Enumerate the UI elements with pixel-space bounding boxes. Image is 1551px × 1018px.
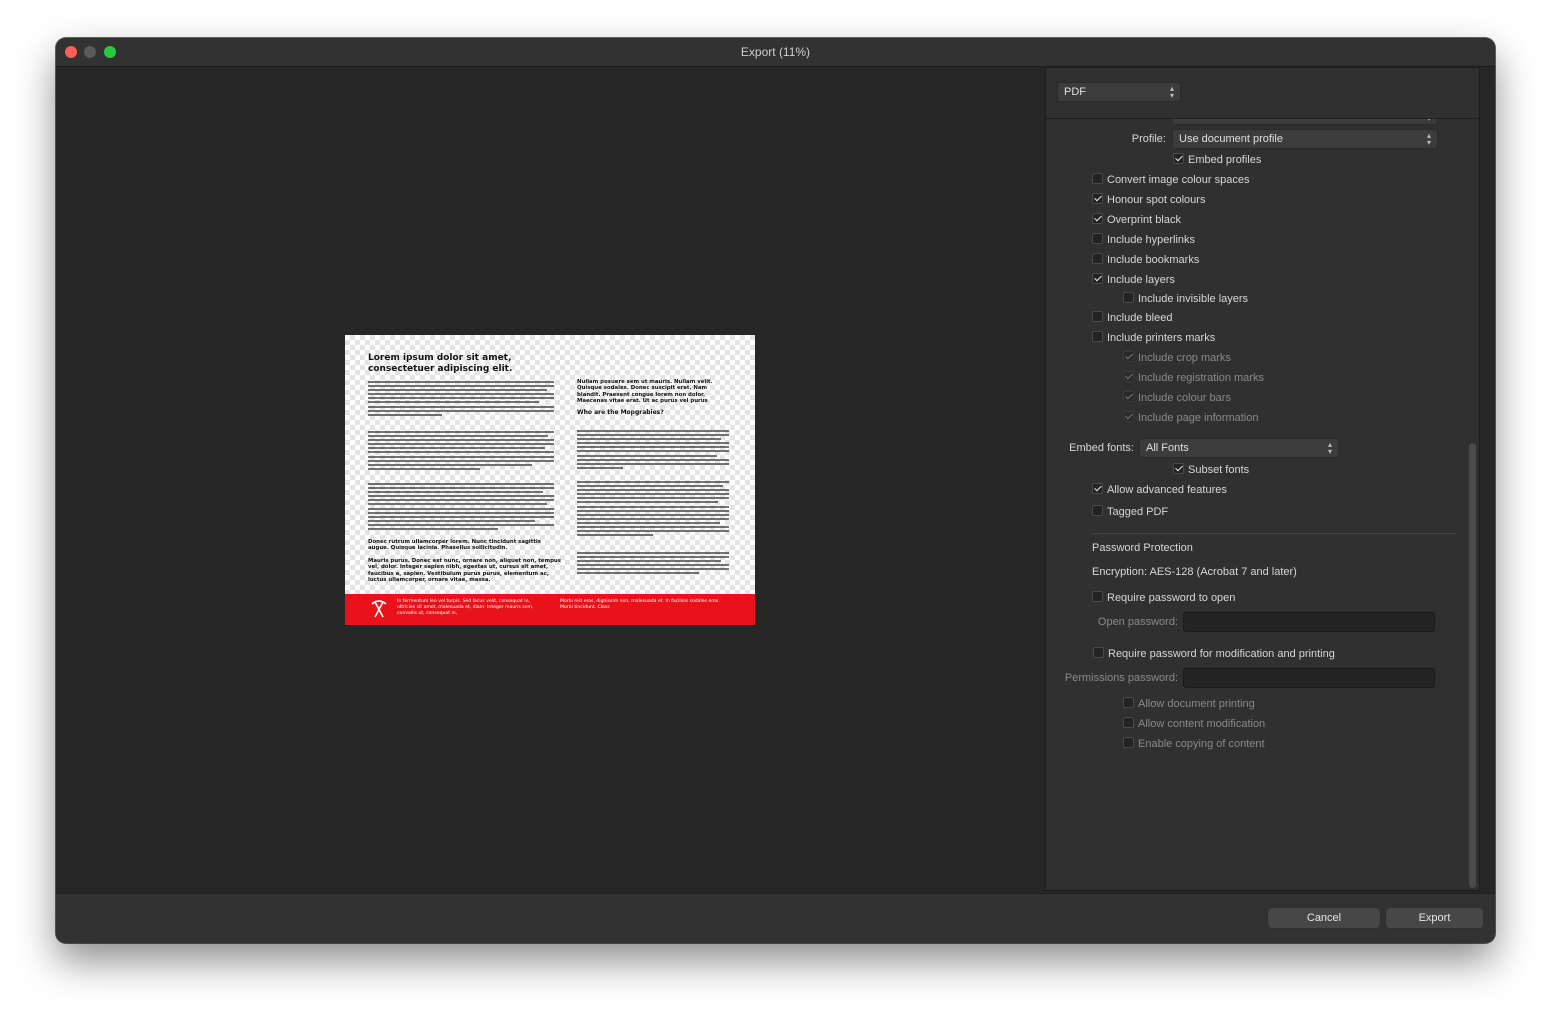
- include-page-information-checkbox[interactable]: [1123, 411, 1134, 422]
- settings-scrollbar[interactable]: [1469, 443, 1476, 888]
- preview-text-block: [577, 552, 729, 577]
- preview-text-block: [368, 431, 554, 472]
- include-hyperlinks-checkbox[interactable]: [1092, 233, 1103, 244]
- overprint-black-label: Overprint black: [1107, 214, 1181, 226]
- export-settings-panel: PDF ▴▾ ▴▾ Profile: Use document profile …: [1045, 67, 1480, 891]
- preview-title: Lorem ipsum dolor sit amet, consectetuer…: [368, 353, 513, 374]
- preview-right-column: Nullam posuere sem ut mauris. Nullam vel…: [577, 379, 732, 416]
- format-header: PDF ▴ ▾: [1046, 68, 1479, 119]
- require-password-open-label: Require password to open: [1107, 592, 1236, 604]
- enable-copying-checkbox[interactable]: [1123, 737, 1134, 748]
- profile-select[interactable]: Use document profile ▴ ▾: [1172, 129, 1438, 149]
- settings-scroll-content: ▴▾ Profile: Use document profile ▴▾ Embe…: [1046, 119, 1479, 890]
- allow-content-modification-checkbox[interactable]: [1123, 717, 1134, 728]
- export-preview-area: Lorem ipsum dolor sit amet, consectetuer…: [56, 67, 1044, 893]
- open-password-input[interactable]: [1183, 612, 1435, 632]
- permissions-password-input[interactable]: [1183, 668, 1435, 688]
- include-bleed-checkbox[interactable]: [1092, 311, 1103, 322]
- title-bar: Export (11%): [56, 38, 1495, 67]
- preview-text-block: [368, 483, 554, 532]
- preview-right-intro: Nullam posuere sem ut mauris. Nullam vel…: [577, 379, 713, 405]
- tagged-pdf-checkbox[interactable]: [1092, 505, 1103, 516]
- embed-fonts-select[interactable]: All Fonts ▴ ▾: [1139, 438, 1339, 458]
- preview-page: Lorem ipsum dolor sit amet, consectetuer…: [345, 335, 755, 625]
- enable-copying-label: Enable copying of content: [1138, 738, 1265, 750]
- preview-text-block: [577, 481, 729, 538]
- cancel-button[interactable]: Cancel: [1268, 908, 1380, 928]
- permissions-password-label: Permissions password:: [1064, 672, 1178, 684]
- include-colour-bars-checkbox[interactable]: [1123, 391, 1134, 402]
- encryption-info: Encryption: AES-128 (Acrobat 7 and later…: [1092, 566, 1297, 578]
- allow-content-modification-label: Allow content modification: [1138, 718, 1266, 730]
- export-button[interactable]: Export: [1386, 908, 1483, 928]
- allow-document-printing-label: Allow document printing: [1138, 698, 1255, 710]
- include-layers-checkbox[interactable]: [1092, 273, 1103, 284]
- colour-space-select[interactable]: ▴▾: [1172, 119, 1438, 125]
- allow-advanced-features-label: Allow advanced features: [1107, 484, 1227, 496]
- preview-right-heading: Who are the Mopgrabies?: [577, 408, 664, 416]
- preview-bold-paragraph: Mauris purus. Donec est nunc, ornare non…: [368, 558, 561, 584]
- preview-text-block: [577, 430, 729, 471]
- embed-profiles-label: Embed profiles: [1188, 154, 1262, 166]
- include-bookmarks-checkbox[interactable]: [1092, 253, 1103, 264]
- include-printers-marks-label: Include printers marks: [1107, 332, 1216, 344]
- include-invisible-layers-checkbox[interactable]: [1123, 292, 1134, 303]
- export-dialog-window: Export (11%) Lorem ipsum dolor sit amet,…: [56, 38, 1495, 943]
- convert-image-colour-spaces-checkbox[interactable]: [1092, 173, 1103, 184]
- require-password-permissions-label: Require password for modification and pr…: [1108, 648, 1335, 660]
- profile-select-value: Use document profile: [1179, 133, 1283, 145]
- honour-spot-colours-checkbox[interactable]: [1092, 193, 1103, 204]
- include-layers-label: Include layers: [1107, 274, 1175, 286]
- dialog-button-bar: Cancel Export: [56, 893, 1495, 943]
- include-invisible-layers-label: Include invisible layers: [1138, 293, 1249, 305]
- honour-spot-colours-label: Honour spot colours: [1107, 194, 1206, 206]
- include-colour-bars-label: Include colour bars: [1138, 392, 1231, 404]
- format-select-value: PDF: [1064, 86, 1086, 98]
- preview-footer-text: Morbi nisl eros, dignissim non, malesuad…: [560, 599, 720, 610]
- overprint-black-checkbox[interactable]: [1092, 213, 1103, 224]
- include-registration-marks-checkbox[interactable]: [1123, 371, 1134, 382]
- include-registration-marks-label: Include registration marks: [1138, 372, 1264, 384]
- embed-fonts-label: Embed fonts:: [1069, 442, 1134, 454]
- preview-text-block: [368, 381, 554, 418]
- stepper-arrows-icon: ▴▾: [1169, 84, 1174, 100]
- include-bookmarks-label: Include bookmarks: [1107, 254, 1200, 266]
- allow-advanced-features-checkbox[interactable]: [1092, 483, 1103, 494]
- include-crop-marks-label: Include crop marks: [1138, 352, 1231, 364]
- window-title: Export (11%): [740, 45, 811, 59]
- open-password-label: Open password:: [1097, 616, 1178, 628]
- include-printers-marks-checkbox[interactable]: [1092, 331, 1103, 342]
- subset-fonts-label: Subset fonts: [1188, 464, 1250, 476]
- stepper-arrows-icon: ▴▾: [1426, 131, 1431, 147]
- include-page-information-label: Include page information: [1138, 412, 1259, 424]
- preview-footer-text: In fermentum leo vel turpis. Sed lacus v…: [397, 599, 534, 616]
- include-bleed-label: Include bleed: [1107, 312, 1173, 324]
- embed-profiles-checkbox[interactable]: [1173, 153, 1184, 164]
- convert-image-colour-spaces-label: Convert image colour spaces: [1107, 174, 1250, 186]
- include-hyperlinks-label: Include hyperlinks: [1107, 234, 1196, 246]
- require-password-open-checkbox[interactable]: [1092, 591, 1103, 602]
- format-select[interactable]: PDF ▴ ▾: [1057, 82, 1181, 102]
- pickaxe-logo-icon: [371, 600, 387, 618]
- profile-label: Profile:: [1131, 133, 1166, 145]
- include-crop-marks-checkbox[interactable]: [1123, 351, 1134, 362]
- require-password-permissions-checkbox[interactable]: [1093, 647, 1104, 658]
- subset-fonts-checkbox[interactable]: [1173, 463, 1184, 474]
- section-divider: [1092, 533, 1456, 534]
- preview-bold-paragraph: Donec rutrum ullamcorper lorem. Nunc tin…: [368, 539, 541, 552]
- allow-document-printing-checkbox[interactable]: [1123, 697, 1134, 708]
- preview-footer-band: In fermentum leo vel turpis. Sed lacus v…: [345, 594, 755, 625]
- stepper-arrows-icon: ▴▾: [1327, 440, 1332, 456]
- embed-fonts-select-value: All Fonts: [1146, 442, 1189, 454]
- tagged-pdf-label: Tagged PDF: [1107, 506, 1169, 518]
- stepper-arrows-icon: ▴▾: [1427, 119, 1431, 123]
- password-protection-heading: Password Protection: [1092, 542, 1193, 554]
